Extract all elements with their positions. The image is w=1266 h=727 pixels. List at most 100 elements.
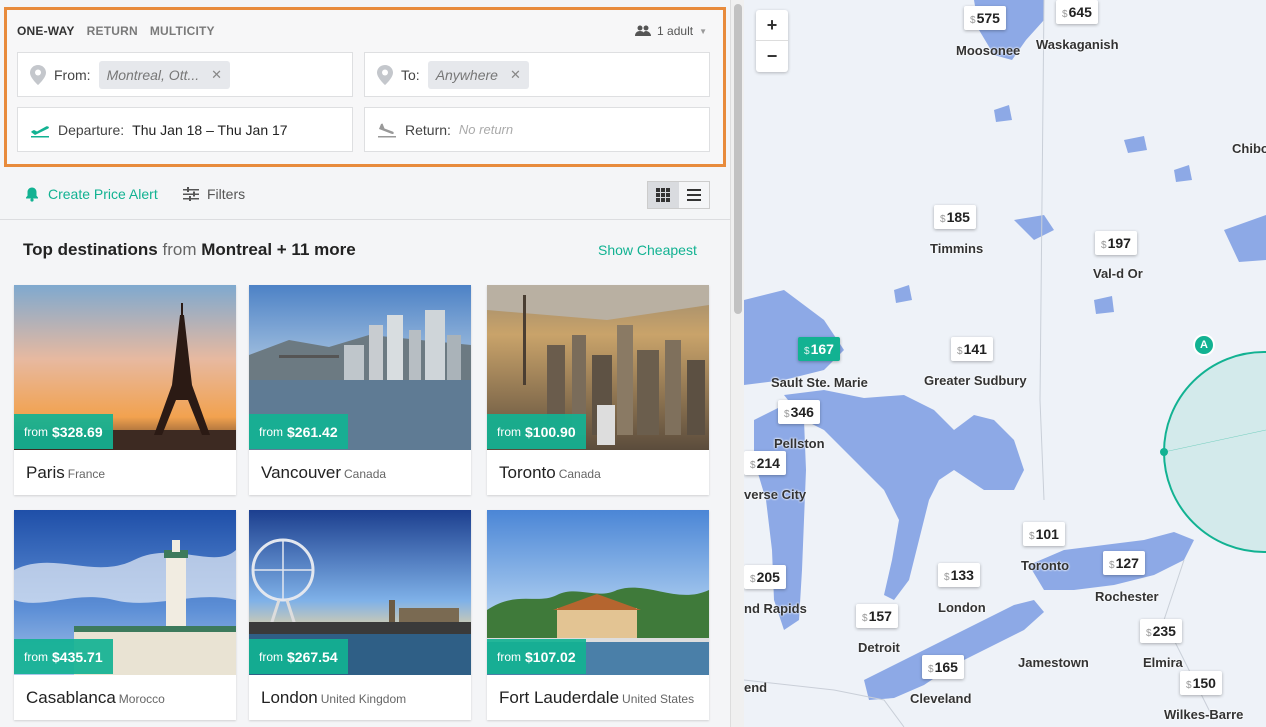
city-label: end <box>744 680 768 695</box>
price-pin[interactable]: $197 <box>1095 231 1137 255</box>
from-value: Montreal, Ott... <box>106 66 200 83</box>
city-label: Pellston <box>774 436 825 451</box>
price-pin[interactable]: $101 <box>1023 522 1065 546</box>
tab-one-way[interactable]: ONE-WAY <box>17 24 75 38</box>
search-form: ONE-WAY RETURN MULTICITY 1 adult ▼ From:… <box>4 7 726 167</box>
people-icon <box>635 25 652 36</box>
to-chip[interactable]: Anywhere ✕ <box>427 60 529 89</box>
price-pin[interactable]: $150 <box>1180 671 1222 695</box>
price-value: $107.02 <box>525 648 576 665</box>
scrollbar[interactable] <box>730 0 744 727</box>
city-label: Chibo <box>1232 141 1266 156</box>
zoom-out-button[interactable]: − <box>756 41 788 72</box>
price-badge: from $267.54 <box>249 639 348 674</box>
tab-multicity[interactable]: MULTICITY <box>150 24 215 38</box>
price-value: $261.42 <box>287 423 338 440</box>
pin-price: 575 <box>976 10 1000 26</box>
price-pin[interactable]: $235 <box>1140 619 1182 643</box>
price-pin[interactable]: $214 <box>744 451 786 475</box>
country-name: Canada <box>558 467 601 481</box>
view-toggle <box>647 181 710 209</box>
price-prefix: from <box>24 424 48 439</box>
currency-sign: $ <box>1062 9 1068 20</box>
from-field[interactable]: From: Montreal, Ott... ✕ <box>17 52 353 97</box>
city-name: Casablanca <box>26 688 116 707</box>
destination-name: Vancouver Canada <box>261 463 386 483</box>
price-pin[interactable]: $141 <box>951 337 993 361</box>
price-pin[interactable]: $165 <box>922 655 964 679</box>
destination-card[interactable]: from $267.54 London United Kingdom <box>249 510 471 720</box>
city-label: Toronto <box>1021 558 1070 573</box>
city-label: Wilkes-Barre <box>1164 707 1244 722</box>
list-view-button[interactable] <box>679 182 710 208</box>
country-name: Morocco <box>118 692 165 706</box>
country-name: France <box>67 467 106 481</box>
city-label: Val-d Or <box>1093 266 1143 281</box>
location-pin-icon <box>377 64 393 85</box>
price-pin[interactable]: $133 <box>938 563 980 587</box>
destination-card[interactable]: from $100.90 Toronto Canada <box>487 285 709 495</box>
price-value: $435.71 <box>52 648 103 665</box>
currency-sign: $ <box>1109 560 1115 571</box>
show-cheapest-link[interactable]: Show Cheapest <box>598 242 697 258</box>
location-pin-icon <box>30 64 46 85</box>
from-chip[interactable]: Montreal, Ott... ✕ <box>98 60 231 89</box>
pin-price: 346 <box>790 404 814 420</box>
scrollbar-thumb[interactable] <box>734 4 742 314</box>
passengers-label: 1 adult <box>657 24 694 38</box>
price-pin[interactable]: $346 <box>778 400 820 424</box>
filters-button[interactable]: Filters <box>183 186 245 202</box>
price-pin[interactable]: $205 <box>744 565 786 589</box>
map-geography <box>744 0 1266 727</box>
search-panel: ONE-WAY RETURN MULTICITY 1 adult ▼ From:… <box>0 0 730 727</box>
map-view[interactable]: + − A $575 Moosonee $645 Waskaganish $18… <box>744 0 1266 727</box>
price-pin[interactable]: $645 <box>1056 0 1098 24</box>
create-price-alert-button[interactable]: Create Price Alert <box>24 186 158 202</box>
currency-sign: $ <box>957 346 963 357</box>
clear-icon[interactable]: ✕ <box>211 67 222 83</box>
destination-card[interactable]: from $328.69 Paris France <box>14 285 236 495</box>
price-pin[interactable]: $127 <box>1103 551 1145 575</box>
to-field[interactable]: To: Anywhere ✕ <box>364 52 710 97</box>
takeoff-icon <box>31 125 49 137</box>
price-value: $100.90 <box>525 423 576 440</box>
price-badge: from $100.90 <box>487 414 586 449</box>
return-field[interactable]: Return: No return <box>364 107 710 152</box>
pin-price: 165 <box>934 659 958 675</box>
city-name: London <box>261 688 318 707</box>
city-label: Jamestown <box>1018 655 1089 670</box>
destination-card[interactable]: from $435.71 Casablanca Morocco <box>14 510 236 720</box>
clear-icon[interactable]: ✕ <box>510 67 521 83</box>
create-price-alert-label: Create Price Alert <box>48 186 158 202</box>
city-label: Waskaganish <box>1036 37 1119 52</box>
price-badge: from $435.71 <box>14 639 113 674</box>
currency-sign: $ <box>750 574 756 585</box>
grid-view-button[interactable] <box>648 182 679 208</box>
pin-price: 214 <box>756 455 780 471</box>
destination-name: Fort Lauderdale United States <box>499 688 694 708</box>
price-pin[interactable]: $185 <box>934 205 976 229</box>
city-label: Elmira <box>1143 655 1183 670</box>
price-pin[interactable]: $575 <box>964 6 1006 30</box>
price-prefix: from <box>259 649 283 664</box>
zoom-in-button[interactable]: + <box>756 10 788 41</box>
origin-marker[interactable]: A <box>1193 334 1215 356</box>
city-label: Detroit <box>858 640 900 655</box>
city-name: Toronto <box>499 463 556 482</box>
tab-return[interactable]: RETURN <box>87 24 138 38</box>
destination-card[interactable]: from $261.42 Vancouver Canada <box>249 285 471 495</box>
city-label: London <box>938 600 986 615</box>
price-value: $328.69 <box>52 423 103 440</box>
pin-price: 157 <box>868 608 892 624</box>
pin-price: 645 <box>1068 4 1092 20</box>
list-icon <box>686 189 701 201</box>
filters-label: Filters <box>207 186 246 202</box>
passengers-select[interactable]: 1 adult ▼ <box>635 24 707 38</box>
price-pin[interactable]: $157 <box>856 604 898 628</box>
price-pin-highlighted[interactable]: $167 <box>798 337 840 361</box>
grid-icon <box>656 188 671 202</box>
departure-field[interactable]: Departure: Thu Jan 18 – Thu Jan 17 <box>17 107 353 152</box>
destination-name: Casablanca Morocco <box>26 688 165 708</box>
pin-price: 133 <box>950 567 974 583</box>
destination-card[interactable]: from $107.02 Fort Lauderdale United States <box>487 510 709 720</box>
